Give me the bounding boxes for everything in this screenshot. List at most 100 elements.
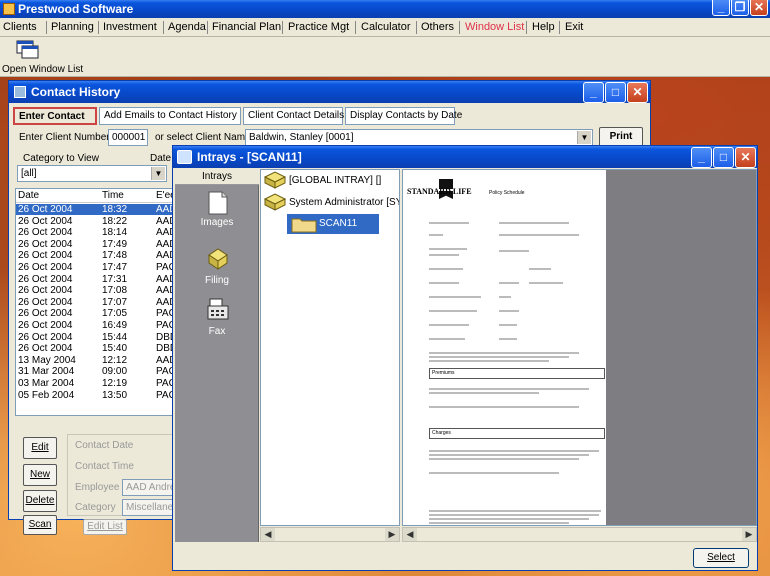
tree-node-scan11-label: SCAN11 [319, 218, 358, 229]
scroll-left-icon[interactable]: ◀ [261, 528, 275, 541]
tab-add-emails[interactable]: Add Emails to Contact History [99, 107, 241, 125]
table-cell: 26 Oct 2004 [18, 238, 73, 250]
intrays-icon [177, 150, 192, 164]
table-row[interactable]: 13 May 2004 12:12 AAD [16, 355, 176, 366]
table-row[interactable]: 26 Oct 2004 17:08 AAD [16, 285, 176, 296]
client-number-input[interactable]: 000001 [108, 129, 148, 146]
menu-window-list[interactable]: Window List [465, 21, 524, 33]
intrays-window: Intrays - [SCAN11] _ □ ✕ Intrays Images … [172, 145, 758, 571]
table-cell: 12:19 [102, 378, 128, 389]
minimize-icon[interactable]: _ [712, 0, 730, 16]
table-cell: 12:12 [102, 354, 128, 366]
table-row[interactable]: 26 Oct 2004 16:49 PAC [16, 320, 176, 331]
menu-clients[interactable]: Clients [3, 21, 37, 33]
menu-investment[interactable]: Investment [103, 21, 157, 33]
ch-minimize-icon[interactable]: _ [583, 82, 604, 103]
print-button[interactable]: Print [599, 127, 643, 147]
in-minimize-icon[interactable]: _ [691, 147, 712, 168]
table-row[interactable]: 26 Oct 2004 15:40 DBD [16, 343, 176, 354]
document-brand: STANDARD LIFE [407, 187, 472, 196]
document-icon[interactable] [207, 191, 229, 215]
table-cell: 17:31 [102, 273, 128, 285]
tree-horizontal-scrollbar[interactable]: ◀ ▶ [260, 527, 400, 542]
table-row[interactable]: 26 Oct 2004 17:31 AAD [16, 274, 176, 285]
table-row[interactable]: 26 Oct 2004 17:47 PAC [16, 262, 176, 273]
menu-help[interactable]: Help [532, 21, 555, 33]
table-row[interactable]: 26 Oct 2004 17:49 AAD [16, 239, 176, 250]
document-text-line [429, 254, 459, 256]
ch-maximize-icon[interactable]: □ [605, 82, 626, 103]
intray-tree[interactable]: [GLOBAL INTRAY] [] System Administrator … [260, 169, 400, 526]
new-button[interactable]: New [23, 464, 57, 486]
tab-client-contact-details[interactable]: Client Contact Details [243, 107, 344, 125]
chevron-down-icon[interactable]: ▼ [151, 167, 165, 180]
table-row[interactable]: 26 Oct 2004 17:48 AAD [16, 250, 176, 261]
contact-date-label: Contact Date [75, 440, 134, 451]
sidebar-item-images[interactable]: Images [175, 217, 259, 228]
document-subtitle: Policy Schedule [489, 190, 525, 196]
edit-list-button[interactable]: Edit List [83, 519, 127, 535]
table-row[interactable]: 03 Mar 2004 12:19 PAC [16, 378, 176, 389]
toolbar: Open Window List [0, 37, 770, 77]
open-window-list-label[interactable]: Open Window List [2, 64, 83, 75]
document-text-line [529, 282, 563, 284]
filing-icon[interactable] [207, 247, 229, 271]
ch-close-icon[interactable]: ✕ [627, 82, 648, 103]
menu-others[interactable]: Others [421, 21, 454, 33]
tab-enter-contact[interactable]: Enter Contact [13, 107, 97, 125]
table-cell: 26 Oct 2004 [18, 320, 73, 331]
table-row[interactable]: 26 Oct 2004 18:22 AAD [16, 216, 176, 227]
table-cell: 18:32 [102, 204, 128, 215]
scan-button[interactable]: Scan [23, 515, 57, 535]
intrays-sidebar: Intrays Images Filing Fax [175, 169, 259, 542]
menu-calculator[interactable]: Calculator [361, 21, 411, 33]
delete-button[interactable]: Delete [23, 490, 57, 512]
contact-history-title-bar[interactable]: Contact History _ □ ✕ [9, 81, 650, 103]
app-title-bar[interactable]: Prestwood Software _ ❐ ✕ [0, 0, 770, 18]
table-row[interactable]: 26 Oct 2004 18:14 AAD [16, 227, 176, 238]
maximize-icon[interactable]: ❐ [731, 0, 749, 16]
menu-exit[interactable]: Exit [565, 21, 583, 33]
document-preview[interactable]: STANDARD LIFE Policy Schedule Premiums C… [402, 169, 757, 526]
preview-horizontal-scrollbar[interactable]: ◀ ▶ [402, 527, 757, 542]
sidebar-item-filing[interactable]: Filing [175, 275, 259, 286]
table-cell: 26 Oct 2004 [18, 262, 73, 273]
table-row[interactable]: 26 Oct 2004 15:44 DBD [16, 332, 176, 343]
table-row[interactable]: 26 Oct 2004 18:32 AAD [16, 204, 176, 215]
tree-node-system-administrator[interactable]: System Administrator [SYSAD [289, 197, 399, 208]
table-cell: 09:00 [102, 366, 128, 378]
table-row[interactable]: 26 Oct 2004 17:05 PAC [16, 308, 176, 319]
window-list-icon[interactable] [16, 40, 40, 60]
table-row[interactable]: 26 Oct 2004 17:07 AAD [16, 297, 176, 308]
menu-practice-mgt[interactable]: Practice Mgt [288, 21, 349, 33]
intrays-title-bar[interactable]: Intrays - [SCAN11] _ □ ✕ [173, 146, 757, 168]
chevron-down-icon[interactable]: ▼ [577, 131, 591, 144]
menu-financial-plan[interactable]: Financial Plan [212, 21, 281, 33]
table-row[interactable]: 31 Mar 2004 09:00 PAC [16, 366, 176, 377]
select-button[interactable]: Select [693, 548, 749, 568]
in-close-icon[interactable]: ✕ [735, 147, 756, 168]
fax-icon[interactable] [207, 297, 229, 321]
tree-node-global-intray[interactable]: [GLOBAL INTRAY] [] [289, 175, 381, 186]
category-select[interactable]: [all] ▼ [17, 165, 167, 182]
scroll-left-icon[interactable]: ◀ [403, 528, 417, 541]
document-text-line [429, 296, 481, 298]
menu-agenda[interactable]: Agenda [168, 21, 206, 33]
contact-list[interactable]: Date Time E'ee 26 Oct 2004 18:32 AAD 26 Oct… [15, 188, 177, 416]
table-row[interactable]: 05 Feb 2004 13:50 PAC [16, 390, 176, 401]
close-icon[interactable]: ✕ [750, 0, 768, 16]
tab-display-contacts-by-date[interactable]: Display Contacts by Date [345, 107, 462, 125]
sidebar-item-fax[interactable]: Fax [175, 326, 259, 337]
document-text-line [429, 392, 539, 394]
menu-planning[interactable]: Planning [51, 21, 94, 33]
scroll-right-icon[interactable]: ▶ [742, 528, 756, 541]
col-time[interactable]: Time [102, 190, 124, 201]
in-maximize-icon[interactable]: □ [713, 147, 734, 168]
document-text-line [429, 360, 549, 362]
client-name-select[interactable]: Baldwin, Stanley [0001] ▼ [245, 129, 593, 146]
col-date[interactable]: Date [18, 190, 39, 201]
edit-button[interactable]: Edit [23, 437, 57, 459]
document-text-line [429, 472, 559, 474]
scroll-right-icon[interactable]: ▶ [385, 528, 399, 541]
filing-icon [263, 193, 287, 211]
